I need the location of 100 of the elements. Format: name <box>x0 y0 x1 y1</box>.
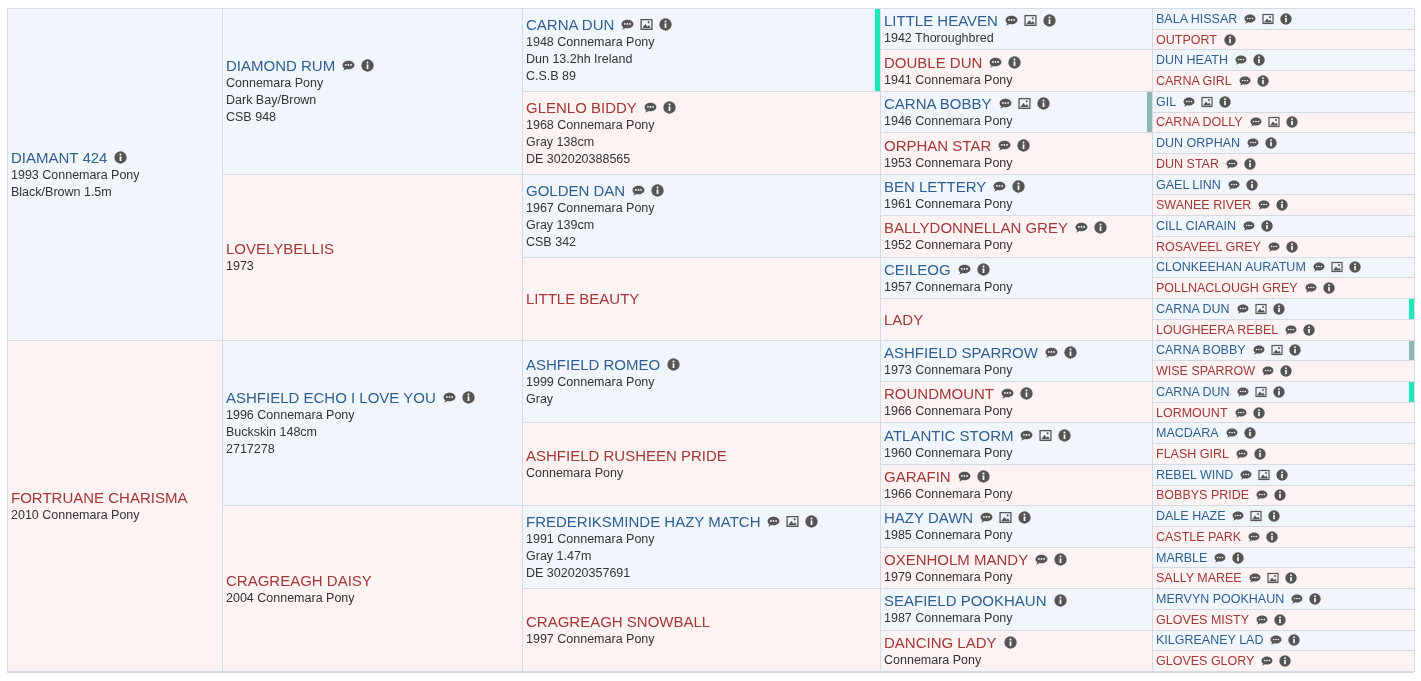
speech-bubble-icon[interactable] <box>1312 261 1325 274</box>
speech-bubble-icon[interactable] <box>1074 221 1088 235</box>
horse-name-link[interactable]: DANCING LADY <box>884 632 997 652</box>
speech-bubble-icon[interactable] <box>632 183 646 197</box>
speech-bubble-icon[interactable] <box>621 17 635 31</box>
info-icon[interactable] <box>1322 282 1335 295</box>
horse-name-link[interactable]: CILL CIARAIN <box>1156 219 1237 234</box>
horse-name-link[interactable]: CRAGREAGH SNOWBALL <box>526 612 711 632</box>
image-icon[interactable] <box>1201 95 1214 108</box>
info-icon[interactable] <box>1288 344 1301 357</box>
horse-name-link[interactable]: BEN LETTERY <box>884 176 987 196</box>
speech-bubble-icon[interactable] <box>1227 178 1240 191</box>
horse-name-link[interactable]: DALE HAZE <box>1156 509 1226 524</box>
speech-bubble-icon[interactable] <box>1252 344 1265 357</box>
horse-name-link[interactable]: LOVELYBELLIS <box>226 239 335 259</box>
speech-bubble-icon[interactable] <box>1270 634 1283 647</box>
info-icon[interactable] <box>1036 97 1050 111</box>
info-icon[interactable] <box>1285 116 1298 129</box>
image-icon[interactable] <box>1258 468 1271 481</box>
speech-bubble-icon[interactable] <box>1247 137 1260 150</box>
info-icon[interactable] <box>1272 302 1285 315</box>
info-icon[interactable] <box>1276 468 1289 481</box>
speech-bubble-icon[interactable] <box>1261 655 1274 668</box>
speech-bubble-icon[interactable] <box>1214 551 1227 564</box>
horse-name-link[interactable]: GLOVES GLORY <box>1156 654 1255 669</box>
image-icon[interactable] <box>1254 385 1267 398</box>
speech-bubble-icon[interactable] <box>1267 240 1280 253</box>
horse-name-link[interactable]: ORPHAN STAR <box>884 135 992 155</box>
speech-bubble-icon[interactable] <box>1225 157 1238 170</box>
horse-name-link[interactable]: FREDERIKSMINDE HAZY MATCH <box>526 512 761 532</box>
speech-bubble-icon[interactable] <box>989 55 1003 69</box>
horse-name-link[interactable]: REBEL WIND <box>1156 467 1234 482</box>
speech-bubble-icon[interactable] <box>342 59 356 73</box>
info-icon[interactable] <box>1253 54 1265 67</box>
horse-name-link[interactable]: MERVYN POOKHAUN <box>1156 592 1285 606</box>
horse-name-link[interactable]: CASTLE PARK <box>1156 529 1242 544</box>
horse-name-link[interactable]: ROSAVEEL GREY <box>1156 239 1261 254</box>
speech-bubble-icon[interactable] <box>1020 428 1034 442</box>
info-icon[interactable] <box>461 390 475 404</box>
horse-name-link[interactable]: CARNA BOBBY <box>884 94 992 114</box>
horse-name-link[interactable]: ASHFIELD ROMEO <box>526 354 661 374</box>
speech-bubble-icon[interactable] <box>442 390 456 404</box>
info-icon[interactable] <box>1054 552 1068 566</box>
horse-name-link[interactable]: SEAFIELD POOKHAUN <box>884 591 1047 611</box>
info-icon[interactable] <box>1261 220 1274 233</box>
speech-bubble-icon[interactable] <box>998 97 1012 111</box>
horse-name-link[interactable]: OUTPORT <box>1156 32 1217 47</box>
info-icon[interactable] <box>1219 95 1232 108</box>
image-icon[interactable] <box>786 515 800 529</box>
horse-name-link[interactable]: LOUGHEERA REBEL <box>1156 322 1279 337</box>
horse-name-link[interactable]: CARNA DUN <box>1156 301 1230 316</box>
info-icon[interactable] <box>1243 427 1256 440</box>
horse-name-link[interactable]: GARAFIN <box>884 467 951 487</box>
horse-name-link[interactable]: CARNA GIRL <box>1156 74 1232 88</box>
speech-bubble-icon[interactable] <box>1235 54 1247 67</box>
horse-name-link[interactable]: ATLANTIC STORM <box>884 425 1014 445</box>
info-icon[interactable] <box>1018 511 1032 525</box>
speech-bubble-icon[interactable] <box>1183 95 1196 108</box>
horse-name-link[interactable]: KILGREANEY LAD <box>1156 633 1264 648</box>
speech-bubble-icon[interactable] <box>1001 387 1014 401</box>
info-icon[interactable] <box>1272 385 1285 398</box>
info-icon[interactable] <box>667 357 681 371</box>
info-icon[interactable] <box>1280 365 1293 378</box>
info-icon[interactable] <box>1008 55 1022 69</box>
speech-bubble-icon[interactable] <box>1304 282 1317 295</box>
horse-name-link[interactable]: CLONKEEHAN AURATUM <box>1156 260 1306 275</box>
info-icon[interactable] <box>1017 138 1031 152</box>
info-icon[interactable] <box>1284 572 1297 585</box>
horse-name-link[interactable]: LADY <box>884 309 924 329</box>
speech-bubble-icon[interactable] <box>957 262 971 276</box>
speech-bubble-icon[interactable] <box>1240 468 1253 481</box>
speech-bubble-icon[interactable] <box>957 470 971 484</box>
horse-name-link[interactable]: GLENLO BIDDY <box>526 97 637 117</box>
speech-bubble-icon[interactable] <box>1256 613 1269 626</box>
image-icon[interactable] <box>1267 116 1280 129</box>
speech-bubble-icon[interactable] <box>1232 510 1245 523</box>
horse-name-link[interactable]: SWANEE RIVER <box>1156 198 1252 213</box>
image-icon[interactable] <box>1254 302 1267 315</box>
horse-name-link[interactable]: ASHFIELD SPARROW <box>884 342 1038 362</box>
horse-name-link[interactable]: MACDARA <box>1156 426 1219 441</box>
info-icon[interactable] <box>1093 221 1107 235</box>
horse-name-link[interactable]: WISE SPARROW <box>1156 364 1256 379</box>
info-icon[interactable] <box>1253 447 1266 460</box>
speech-bubble-icon[interactable] <box>1248 530 1261 543</box>
speech-bubble-icon[interactable] <box>1285 323 1298 336</box>
info-icon[interactable] <box>1223 33 1236 46</box>
horse-name-link[interactable]: GOLDEN DAN <box>526 180 626 200</box>
image-icon[interactable] <box>1023 14 1037 28</box>
info-icon[interactable] <box>1012 179 1026 193</box>
speech-bubble-icon[interactable] <box>1234 406 1247 419</box>
horse-name-link[interactable]: SALLY MAREE <box>1156 571 1242 586</box>
info-icon[interactable] <box>1243 157 1256 170</box>
horse-name-link[interactable]: ASHFIELD ECHO I LOVE YOU <box>226 387 436 407</box>
image-icon[interactable] <box>999 511 1013 525</box>
horse-name-link[interactable]: ASHFIELD RUSHEEN PRIDE <box>526 446 727 466</box>
horse-name-link[interactable]: CRAGREAGH DAISY <box>226 570 372 590</box>
info-icon[interactable] <box>361 59 375 73</box>
info-icon[interactable] <box>1348 261 1361 274</box>
horse-name-link[interactable]: CARNA DUN <box>1156 384 1230 399</box>
info-icon[interactable] <box>114 150 128 164</box>
